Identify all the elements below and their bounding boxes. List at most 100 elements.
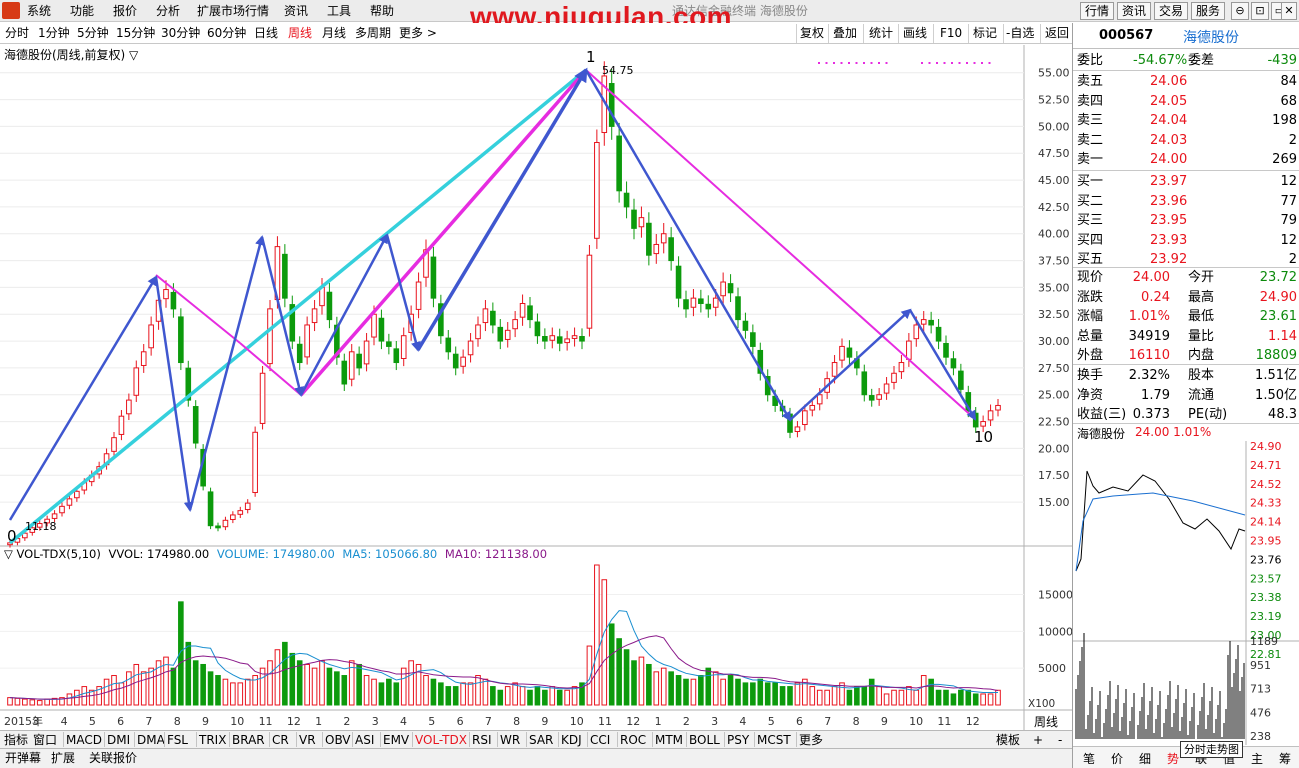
bid-price: 23.95	[1150, 213, 1188, 229]
volume-bar	[237, 682, 244, 706]
kline-chart[interactable]: 55.00 52.50 50.00 47.50 45.00 42.50 40.00 37.50…	[0, 45, 1072, 730]
tool-fuquan[interactable]: 复权	[800, 26, 824, 41]
indicator-tab-emv[interactable]: EMV	[383, 733, 409, 747]
period-weekly[interactable]: 周线	[288, 26, 312, 41]
intraday-tab-7[interactable]: 筹	[1279, 750, 1291, 767]
candle	[935, 326, 942, 342]
menu-quote[interactable]: 报价	[113, 3, 137, 19]
tool-back[interactable]: 返回	[1045, 26, 1069, 41]
period-daily[interactable]: 日线	[254, 26, 278, 41]
candle	[296, 343, 303, 364]
period-fenshi[interactable]: 分时	[5, 26, 29, 41]
indicator-tab-asi[interactable]: ASI	[355, 733, 374, 747]
intraday-tab-0[interactable]: 笔	[1083, 750, 1095, 767]
indicator-tab-fsl[interactable]: FSL	[167, 733, 188, 747]
bid-price: 23.96	[1150, 193, 1188, 209]
intraday-mini-chart[interactable]: 海德股份 24.00 1.01% 24.90 24.71 24.52 24.33 24.14…	[1073, 423, 1299, 745]
quote-mode-button[interactable]: 行情	[1080, 2, 1114, 20]
volume-bar	[140, 671, 147, 706]
close-icon[interactable]: ✕	[1281, 2, 1297, 20]
indicator-tab-dmi[interactable]: DMI	[107, 733, 130, 747]
related-quote-button[interactable]: 关联报价	[89, 751, 137, 766]
ask-row: 卖四 24.05 68	[1073, 92, 1299, 112]
period-1min[interactable]: 1分钟	[38, 26, 70, 41]
candle	[74, 490, 80, 499]
divider	[134, 732, 135, 747]
indicator-tab-dma[interactable]: DMA	[137, 733, 165, 747]
candle	[467, 340, 474, 356]
volume-bar	[44, 698, 50, 706]
intraday-tab-1[interactable]: 价	[1111, 750, 1123, 767]
indicator-tab-cr[interactable]: CR	[272, 733, 289, 747]
indicator-tab-rsi[interactable]: RSI	[472, 733, 492, 747]
period-multi[interactable]: 多周期	[355, 26, 391, 41]
extend-button[interactable]: 扩展	[51, 751, 75, 766]
price-tick-label: 15.00	[1038, 496, 1070, 509]
candle	[675, 265, 682, 299]
service-button[interactable]: 服务	[1191, 2, 1225, 20]
intraday-tab-6[interactable]: 主	[1251, 750, 1263, 767]
stat-value: 1.50亿	[1255, 387, 1297, 403]
period-more[interactable]: 更多 >	[399, 26, 437, 41]
tool-f10[interactable]: F10	[940, 26, 962, 41]
volume-indicator-name[interactable]: ▽ VOL-TDX(5,10)	[4, 547, 101, 561]
intraday-tab-2[interactable]: 细	[1139, 750, 1151, 767]
indicator-tab-boll[interactable]: BOLL	[689, 733, 720, 747]
volume-bar	[943, 689, 949, 706]
trade-button[interactable]: 交易	[1154, 2, 1188, 20]
indicator-tab-brar[interactable]: BRAR	[232, 733, 265, 747]
period-5min[interactable]: 5分钟	[77, 26, 109, 41]
intraday-tab-3[interactable]: 势	[1167, 750, 1179, 767]
menu-tools[interactable]: 工具	[327, 3, 351, 19]
period-30min[interactable]: 30分钟	[161, 26, 200, 41]
menu-function[interactable]: 功能	[70, 3, 94, 19]
volume-bar	[192, 660, 199, 706]
time-tick-label: 6	[117, 715, 124, 728]
indicator-tab-wr[interactable]: WR	[500, 733, 520, 747]
stat-value: 0.373	[1132, 407, 1170, 423]
indicator-tab-psy[interactable]: PSY	[727, 733, 749, 747]
minimize-icon[interactable]: ⊖	[1231, 2, 1249, 20]
menu-news[interactable]: 资讯	[284, 3, 308, 19]
indicator-tab-vol-tdx[interactable]: VOL-TDX	[415, 733, 467, 747]
indicator-tab-指标[interactable]: 指标	[4, 733, 28, 747]
indicator-tab-macd[interactable]: MACD	[66, 733, 102, 747]
menu-system[interactable]: 系统	[27, 3, 51, 19]
period-15min[interactable]: 15分钟	[116, 26, 155, 41]
candle	[883, 383, 890, 394]
indicator-right-0[interactable]: 模板	[996, 733, 1020, 747]
indicator-right-2[interactable]: -	[1058, 733, 1062, 747]
tool-add-watchlist[interactable]: -自选	[1006, 26, 1034, 41]
stat-value: 34919	[1128, 328, 1170, 344]
ask-volume: 68	[1280, 93, 1297, 109]
volume-bar	[244, 678, 251, 706]
volume-bar	[282, 641, 288, 706]
indicator-tab-kdj[interactable]: KDJ	[561, 733, 582, 747]
period-60min[interactable]: 60分钟	[207, 26, 246, 41]
period-monthly[interactable]: 月线	[322, 26, 346, 41]
candle	[608, 83, 615, 127]
tool-draw[interactable]: 画线	[903, 26, 927, 41]
restore-icon[interactable]: ⊡	[1251, 2, 1269, 20]
menu-analysis[interactable]: 分析	[156, 3, 180, 19]
danmaku-toggle[interactable]: 开弹幕	[5, 751, 41, 766]
indicator-tab-obv[interactable]: OBV	[325, 733, 351, 747]
tool-overlay[interactable]: 叠加	[833, 26, 857, 41]
indicator-right-1[interactable]: +	[1033, 733, 1043, 747]
indicator-tab-cci[interactable]: CCI	[590, 733, 610, 747]
indicator-tab-sar[interactable]: SAR	[529, 733, 553, 747]
menu-extended-market[interactable]: 扩展市场行情	[197, 3, 269, 19]
tool-statistics[interactable]: 统计	[869, 26, 893, 41]
candle	[230, 514, 236, 521]
indicator-tab-trix[interactable]: TRIX	[199, 733, 226, 747]
indicator-tab-vr[interactable]: VR	[299, 733, 316, 747]
bid-label: 买二	[1077, 193, 1104, 209]
menu-help[interactable]: 帮助	[370, 3, 394, 19]
indicator-tab-roc[interactable]: ROC	[620, 733, 646, 747]
indicator-tab-mtm[interactable]: MTM	[655, 733, 683, 747]
news-mode-button[interactable]: 资讯	[1117, 2, 1151, 20]
indicator-tab-更多[interactable]: 更多	[799, 733, 823, 747]
indicator-tab-窗口[interactable]: 窗口	[33, 733, 57, 747]
indicator-tab-mcst[interactable]: MCST	[757, 733, 791, 747]
tool-mark[interactable]: 标记	[973, 26, 997, 41]
